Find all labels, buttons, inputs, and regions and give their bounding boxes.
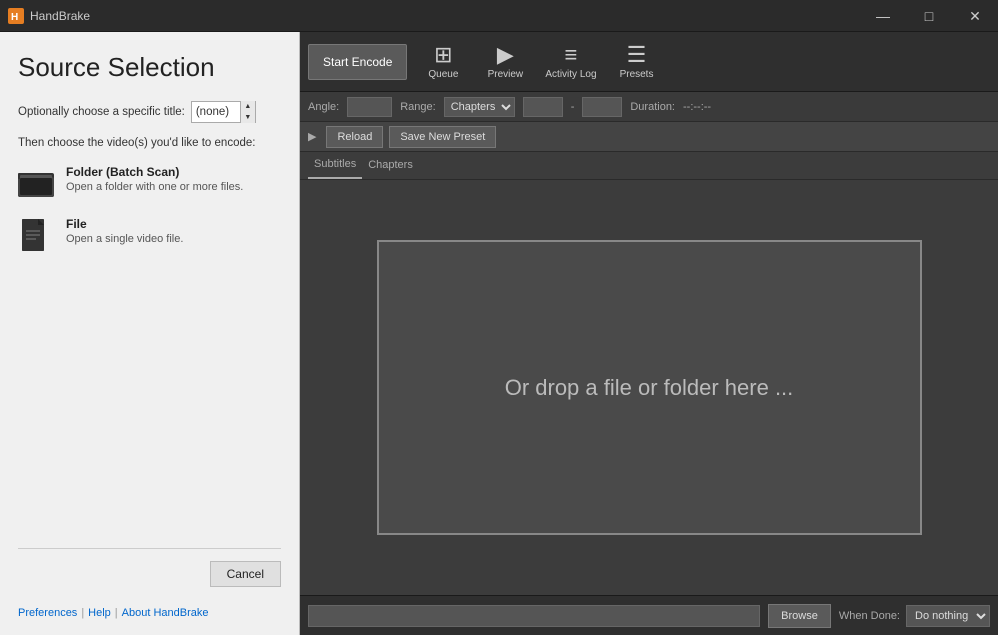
- folder-option[interactable]: Folder (Batch Scan) Open a folder with o…: [18, 165, 281, 201]
- folder-icon: [18, 165, 54, 201]
- spinner-up[interactable]: ▲: [241, 101, 255, 112]
- queue-button[interactable]: ⊞ Queue: [413, 36, 473, 88]
- sep1: |: [81, 607, 84, 619]
- main-area: Start Encode ⊞ Queue ▶ Preview ≡ Activit…: [300, 32, 998, 635]
- angle-label: Angle:: [308, 101, 339, 113]
- folder-option-text: Folder (Batch Scan) Open a folder with o…: [66, 165, 243, 193]
- preview-button[interactable]: ▶ Preview: [475, 36, 535, 88]
- save-preset-button[interactable]: Save New Preset: [389, 126, 496, 148]
- action-bar: ▶ Reload Save New Preset: [300, 122, 998, 152]
- app-body: Source Selection Optionally choose a spe…: [0, 32, 998, 635]
- close-button[interactable]: ✕: [952, 0, 998, 32]
- start-encode-button[interactable]: Start Encode: [308, 44, 407, 80]
- angle-input[interactable]: [347, 97, 392, 117]
- file-option-title: File: [66, 217, 183, 231]
- presets-button[interactable]: ☰ Presets: [607, 36, 667, 88]
- svg-text:H: H: [11, 12, 18, 23]
- activity-icon: ≡: [565, 44, 578, 66]
- duration-label: Duration:: [630, 101, 675, 113]
- title-spinners: ▲ ▼: [240, 101, 255, 123]
- activity-label: Activity Log: [545, 69, 596, 80]
- queue-label: Queue: [428, 69, 458, 80]
- preview-icon: ▶: [497, 44, 514, 66]
- tab-subtitles[interactable]: Subtitles: [308, 151, 362, 179]
- source-footer: Cancel Preferences | Help | About HandBr…: [18, 548, 281, 619]
- range-dash: -: [571, 101, 575, 113]
- title-select-box[interactable]: (none) ▲ ▼: [191, 101, 256, 123]
- title-select-row: Optionally choose a specific title: (non…: [18, 101, 281, 123]
- presets-label: Presets: [620, 69, 654, 80]
- encode-subtitle: Then choose the video(s) you'd like to e…: [18, 137, 281, 149]
- drop-zone[interactable]: Or drop a file or folder here ...: [377, 240, 922, 535]
- tabs-row: Subtitles Chapters: [300, 152, 998, 180]
- file-icon: [18, 217, 54, 253]
- range-select[interactable]: Chapters: [444, 97, 515, 117]
- title-bar: H HandBrake — □ ✕: [0, 0, 998, 32]
- output-path-input[interactable]: [308, 605, 760, 627]
- tab-chapters[interactable]: Chapters: [362, 151, 419, 179]
- about-link[interactable]: About HandBrake: [122, 607, 209, 619]
- help-link[interactable]: Help: [88, 607, 111, 619]
- presets-icon: ☰: [627, 44, 647, 66]
- when-done-area: When Done: Do nothing: [839, 605, 990, 627]
- spinner-down[interactable]: ▼: [241, 112, 255, 123]
- range-label: Range:: [400, 101, 435, 113]
- cancel-button[interactable]: Cancel: [210, 561, 281, 587]
- range-from-input[interactable]: [523, 97, 563, 117]
- sep2: |: [115, 607, 118, 619]
- title-select-value: (none): [192, 106, 240, 118]
- reload-button[interactable]: Reload: [326, 126, 383, 148]
- range-to-input[interactable]: [582, 97, 622, 117]
- drop-text: Or drop a file or folder here ...: [505, 375, 794, 401]
- bottom-bar: Browse When Done: Do nothing: [300, 595, 998, 635]
- title-select-label: Optionally choose a specific title:: [18, 106, 185, 118]
- file-option-text: File Open a single video file.: [66, 217, 183, 245]
- folder-option-desc: Open a folder with one or more files.: [66, 181, 243, 193]
- maximize-button[interactable]: □: [906, 0, 952, 32]
- when-done-select[interactable]: Do nothing: [906, 605, 990, 627]
- duration-value: --:--:--: [683, 101, 711, 113]
- source-panel-title: Source Selection: [18, 52, 281, 83]
- browse-button[interactable]: Browse: [768, 604, 831, 628]
- source-selection-panel: Source Selection Optionally choose a spe…: [0, 32, 300, 635]
- content-area: Or drop a file or folder here ...: [300, 180, 998, 595]
- minimize-button[interactable]: —: [860, 0, 906, 32]
- app-icon: H: [8, 8, 24, 24]
- footer-links: Preferences | Help | About HandBrake: [18, 607, 281, 619]
- toolbar: Start Encode ⊞ Queue ▶ Preview ≡ Activit…: [300, 32, 998, 92]
- file-option[interactable]: File Open a single video file.: [18, 217, 281, 253]
- activity-log-button[interactable]: ≡ Activity Log: [537, 36, 604, 88]
- file-option-desc: Open a single video file.: [66, 233, 183, 245]
- queue-icon: ⊞: [434, 44, 452, 66]
- when-done-label: When Done:: [839, 610, 900, 622]
- preview-label: Preview: [488, 69, 524, 80]
- folder-option-title: Folder (Batch Scan): [66, 165, 243, 179]
- preferences-link[interactable]: Preferences: [18, 607, 77, 619]
- window-controls: — □ ✕: [860, 0, 998, 32]
- controls-bar: Angle: Range: Chapters - Duration: --:--…: [300, 92, 998, 122]
- app-title: HandBrake: [30, 9, 90, 23]
